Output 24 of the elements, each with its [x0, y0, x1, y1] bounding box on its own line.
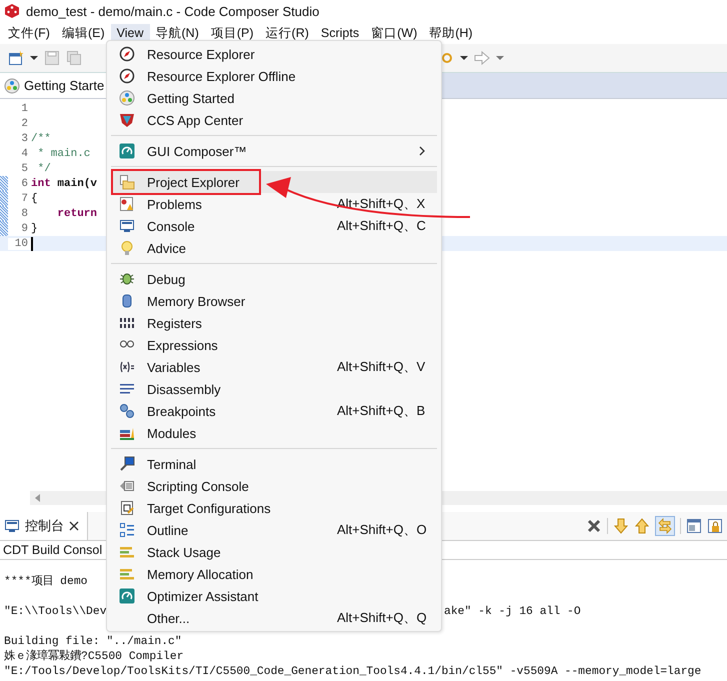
code-line: */ [36, 162, 51, 174]
shortcut-label: Alt+Shift+Q、O [337, 521, 425, 539]
console-line: "E:\\Tools\\Dev [4, 606, 107, 618]
window-title: demo_test - demo/main.c - Code Composer Studio [26, 4, 320, 18]
code-line: return [56, 208, 98, 220]
tab-title: Getting Starte [24, 78, 104, 93]
console-line: 姝ｅ湪璋冪敤鐨?C5500 Compiler [4, 651, 184, 663]
shortcut-label: Alt+Shift+Q、V [337, 358, 425, 376]
console-line: "E:/Tools/Develop/ToolsKits/TI/C5500_Code_Generation_Tools4.4.1/bin/cl55" -v5509A --memory_model=large [4, 666, 702, 678]
console-line: ake" -k -j 16 all -O [444, 606, 581, 618]
shortcut-label: Alt+Shift+Q、B [337, 402, 425, 420]
code-line: { [31, 192, 38, 204]
shortcut-label: Alt+Shift+Q、Q [337, 609, 425, 627]
line-number: 10 [8, 238, 31, 250]
tab-title: 控制台 [25, 517, 64, 535]
shortcut-label: Alt+Shift+Q、C [337, 217, 425, 235]
code-line: } [31, 222, 38, 234]
code-line: /** [31, 132, 51, 144]
console-name: CDT Build Consol [3, 543, 102, 557]
console-line: Building file: "../main.c" [4, 636, 182, 648]
shortcut-label: Alt+Shift+Q、X [337, 195, 425, 213]
console-line: ****项目 demo [4, 576, 88, 588]
code-line: * main.c [36, 148, 90, 160]
code-line: int main(v [31, 178, 98, 190]
